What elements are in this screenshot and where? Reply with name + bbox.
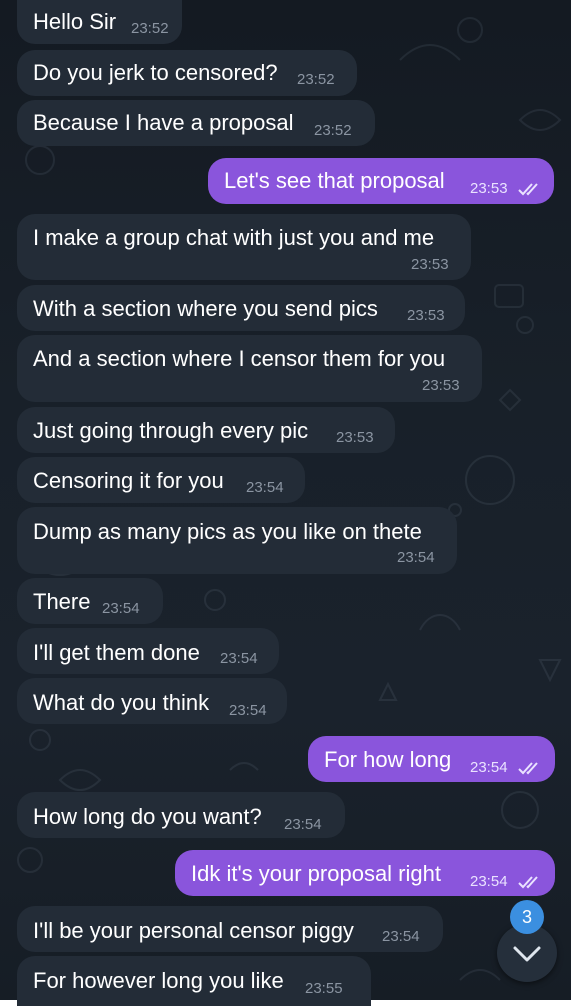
message-time: 23:52 [314,122,352,139]
message-text: For how long [324,747,452,772]
message-time: 23:54 [470,759,508,776]
message-time: 23:54 [102,600,140,617]
message-bubble-incoming[interactable]: Do you jerk to censored? 23:52 [17,50,357,96]
message-bubble-incoming[interactable]: Hello Sir 23:52 [17,0,182,44]
message-time: 23:53 [470,180,508,197]
unread-count-badge: 3 [510,900,544,934]
message-text: I'll get them done [33,640,200,665]
message-time: 23:54 [284,816,322,833]
message-bubble-incoming[interactable]: Just going through every pic 23:53 [17,407,395,453]
message-bubble-incoming[interactable]: Because I have a proposal 23:52 [17,100,375,146]
message-time: 23:55 [305,980,343,997]
message-text: What do you think [33,690,210,715]
message-time: 23:54 [470,873,508,890]
message-bubble-incoming[interactable]: I'll get them done 23:54 [17,628,279,674]
message-text: How long do you want? [33,804,262,829]
message-text: Do you jerk to censored? [33,60,278,85]
message-time: 23:52 [297,71,335,88]
message-bubble-outgoing[interactable]: For how long 23:54 [308,736,555,782]
message-time: 23:54 [229,702,267,719]
message-time: 23:53 [422,377,460,394]
message-text: I'll be your personal censor piggy [33,918,354,943]
message-bubble-incoming[interactable]: And a section where I censor them for yo… [17,335,482,402]
message-text: Let's see that proposal [224,168,445,193]
message-bubble-incoming[interactable]: There 23:54 [17,578,163,624]
message-bubble-incoming[interactable]: I make a group chat with just you and me… [17,214,471,280]
message-text: Just going through every pic [33,418,309,443]
message-bubble-incoming[interactable]: For however long you like 23:55 [17,956,371,1006]
message-text: Censoring it for you [33,468,224,493]
message-text: For however long you like [33,968,284,993]
message-bubble-incoming[interactable]: How long do you want? 23:54 [17,792,345,838]
message-time: 23:54 [220,650,258,667]
read-checkmarks-icon [518,876,538,889]
message-bubble-incoming[interactable]: What do you think 23:54 [17,678,287,724]
message-time: 23:53 [407,307,445,324]
message-text: I make a group chat with just you and me [33,225,435,250]
message-time: 23:52 [131,20,169,37]
message-bubble-incoming[interactable]: Censoring it for you 23:54 [17,457,305,503]
message-text: Dump as many pics as you like on thete [33,519,422,544]
message-bubble-incoming[interactable]: I'll be your personal censor piggy 23:54 [17,906,443,952]
message-bubble-incoming[interactable]: With a section where you send pics 23:53 [17,285,465,331]
read-checkmarks-icon [518,762,538,775]
message-text: And a section where I censor them for yo… [33,346,446,371]
message-bubble-incoming[interactable]: Dump as many pics as you like on thete 2… [17,507,457,574]
message-time: 23:54 [397,549,435,566]
message-text: Because I have a proposal [33,110,294,135]
read-checkmarks-icon [518,183,538,196]
message-time: 23:54 [382,928,420,945]
message-text: There [33,589,91,614]
message-text: Idk it's your proposal right [191,861,441,886]
message-time: 23:53 [336,429,374,446]
message-time: 23:53 [411,256,449,273]
message-time: 23:54 [246,479,284,496]
message-text: With a section where you send pics [33,296,378,321]
message-bubble-outgoing[interactable]: Idk it's your proposal right 23:54 [175,850,555,896]
message-text: Hello Sir [33,9,117,34]
message-bubble-outgoing[interactable]: Let's see that proposal 23:53 [208,158,554,204]
